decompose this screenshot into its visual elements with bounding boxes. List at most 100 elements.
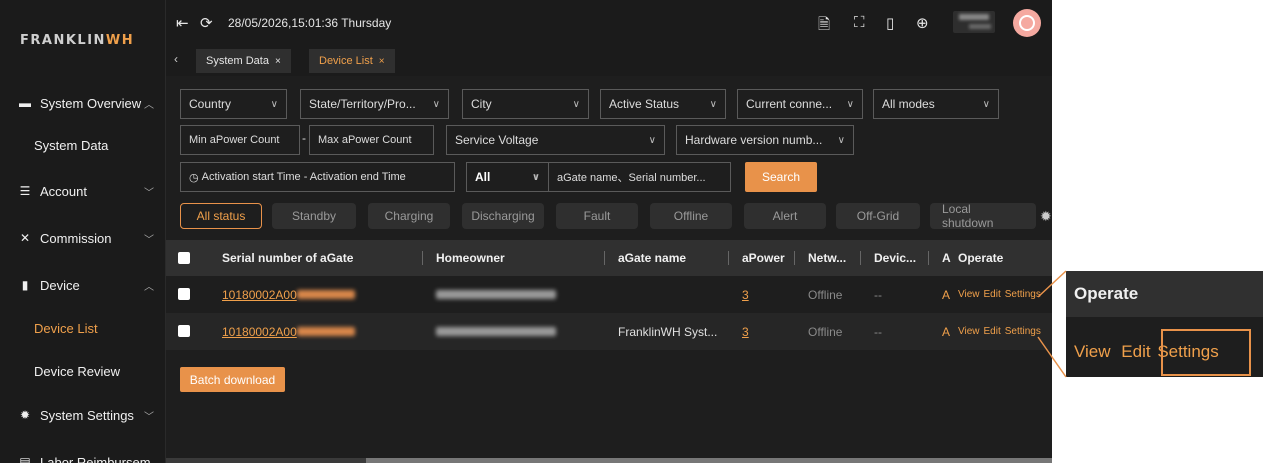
chevron-down-icon: ∨	[982, 98, 990, 110]
scrollbar-thumb[interactable]	[366, 458, 1052, 463]
homeowner-email	[436, 276, 556, 313]
sidebar-item-device[interactable]: ▮ Device ︿	[0, 265, 166, 305]
sidebar-item-commission[interactable]: ✕ Commission ﹀	[0, 218, 166, 258]
sidebar-item-labor-reimbursement[interactable]: ▤ Labor Reimbursem	[0, 442, 166, 463]
globe-icon[interactable]: ⊕	[916, 14, 929, 32]
close-icon[interactable]: ×	[275, 56, 281, 67]
sidebar-item-label: System Data	[34, 137, 109, 153]
collapse-menu-icon[interactable]: ⇤	[176, 14, 189, 32]
header-agate-name[interactable]: aGate name	[618, 240, 686, 276]
franklinwh-logo: FRANKLINWH	[20, 33, 135, 48]
tab-bar: ‹ System Data × Device List ×	[166, 46, 1052, 76]
chevron-left-icon[interactable]: ‹	[174, 52, 178, 66]
top-bar: ⇤ ⟳ 28/05/2026,15:01:36 Thursday 🗎 ⛶ ▯ ⊕	[166, 0, 1052, 46]
operate-zoom-callout: Operate View Edit Settings	[1066, 271, 1263, 377]
tab-device-list[interactable]: Device List ×	[309, 49, 395, 73]
zoom-highlight-box	[1161, 329, 1251, 376]
date-range-placeholder: Activation start Time - Activation end T…	[201, 171, 406, 183]
sidebar-item-label: Labor Reimbursem	[40, 454, 151, 463]
header-homeowner[interactable]: Homeowner	[436, 240, 505, 276]
horizontal-scrollbar[interactable]	[166, 458, 1052, 463]
status-filter-local-shutdown[interactable]: Local shutdown	[930, 202, 1036, 230]
zoom-view-link: View	[1074, 342, 1111, 361]
status-filter-fault[interactable]: Fault	[556, 203, 638, 229]
country-select[interactable]: Country ∨	[180, 89, 287, 119]
app-window: FRANKLINWH ▬ System Overview ︿ System Da…	[0, 0, 1052, 463]
select-value: State/Territory/Pro...	[309, 97, 416, 111]
serial-link[interactable]: 10180002A00	[222, 313, 355, 350]
fullscreen-icon[interactable]: ⛶	[854, 14, 865, 31]
service-voltage-select[interactable]: Service Voltage ∨	[446, 125, 665, 155]
sidebar-item-account[interactable]: ☰ Account ﹀	[0, 171, 166, 211]
agate-name: FranklinWH Syst...	[618, 324, 718, 339]
search-scope-select[interactable]: All ∨	[466, 162, 549, 192]
settings-link[interactable]: Settings	[1005, 326, 1041, 337]
view-link[interactable]: View	[958, 289, 980, 300]
batch-download-button[interactable]: Batch download	[180, 367, 285, 392]
sidebar-item-system-settings[interactable]: ✹ System Settings ﹀	[0, 395, 166, 435]
sidebar-item-label: Device Review	[34, 363, 120, 379]
city-select[interactable]: City ∨	[462, 89, 589, 119]
edit-link[interactable]: Edit	[984, 289, 1001, 300]
sidebar-item-system-data[interactable]: System Data	[0, 125, 166, 165]
select-value: Service Voltage	[455, 133, 539, 147]
select-value: City	[471, 97, 492, 111]
tab-label: Device List	[319, 55, 373, 67]
homeowner-email	[436, 313, 556, 350]
status-filter-offline[interactable]: Offline	[650, 203, 732, 229]
chevron-down-icon: ∨	[572, 98, 580, 110]
close-icon[interactable]: ×	[379, 56, 385, 67]
search-button[interactable]: Search	[745, 162, 817, 192]
row-checkbox[interactable]	[178, 325, 190, 337]
device-icon: ▮	[21, 278, 29, 292]
hardware-version-select[interactable]: Hardware version numb... ∨	[676, 125, 854, 155]
user-info[interactable]	[953, 11, 995, 33]
avatar[interactable]	[1013, 9, 1041, 37]
view-link[interactable]: View	[958, 326, 980, 337]
monitor-icon: ▬	[19, 96, 31, 110]
select-value: Active Status	[609, 97, 680, 111]
activation-date-range[interactable]: ◷ Activation start Time - Activation end …	[180, 162, 455, 192]
status-filter-off-grid[interactable]: Off-Grid	[836, 203, 920, 229]
column-divider	[422, 251, 423, 265]
active-status-select[interactable]: Active Status ∨	[600, 89, 726, 119]
header-device[interactable]: Devic...	[874, 240, 916, 276]
column-divider	[860, 251, 861, 265]
mobile-icon[interactable]: ▯	[886, 14, 894, 32]
settings-gear-icon[interactable]: ✹	[1040, 208, 1052, 225]
status-filter-discharging[interactable]: Discharging	[462, 203, 544, 229]
serial-link[interactable]: 10180002A00	[222, 276, 355, 313]
status-filter-alert[interactable]: Alert	[744, 203, 826, 229]
tab-system-data[interactable]: System Data ×	[196, 49, 291, 73]
status-filter-charging[interactable]: Charging	[368, 203, 450, 229]
refresh-icon[interactable]: ⟳	[200, 14, 213, 32]
settings-link[interactable]: Settings	[1005, 289, 1041, 300]
status-filter-standby[interactable]: Standby	[272, 203, 356, 229]
max-apower-input[interactable]: Max aPower Count	[309, 125, 434, 155]
sidebar-item-device-review[interactable]: Device Review	[0, 351, 166, 391]
document-icon[interactable]: 🗎	[818, 14, 830, 39]
current-connection-select[interactable]: Current conne... ∨	[737, 89, 863, 119]
mode-select[interactable]: All modes ∨	[873, 89, 999, 119]
state-select[interactable]: State/Territory/Pro... ∨	[300, 89, 449, 119]
header-network[interactable]: Netw...	[808, 240, 846, 276]
device-status: --	[874, 324, 882, 339]
header-apower[interactable]: aPower	[742, 240, 785, 276]
header-a[interactable]: A	[942, 240, 951, 276]
sidebar-item-device-list[interactable]: Device List	[0, 308, 166, 348]
chevron-down-icon: ∨	[432, 98, 440, 110]
edit-link[interactable]: Edit	[984, 326, 1001, 337]
min-apower-input[interactable]: Min aPower Count	[180, 125, 300, 155]
sidebar-item-label: Device List	[34, 320, 98, 336]
header-serial[interactable]: Serial number of aGate	[222, 240, 353, 276]
input-placeholder: aGate name、Serial number...	[557, 172, 706, 184]
row-checkbox[interactable]	[178, 288, 190, 300]
status-filter-all[interactable]: All status	[180, 203, 262, 229]
select-all-checkbox[interactable]	[178, 252, 190, 264]
apower-count-link[interactable]: 3	[742, 276, 749, 313]
select-value: Country	[189, 97, 232, 111]
column-divider	[928, 251, 929, 265]
search-input[interactable]: aGate name、Serial number...	[548, 162, 731, 192]
apower-count-link[interactable]: 3	[742, 313, 749, 350]
sidebar-item-system-overview[interactable]: ▬ System Overview ︿	[0, 83, 166, 123]
